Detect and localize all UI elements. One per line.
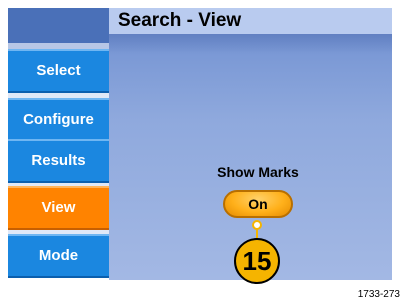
sidebar-item-mode[interactable]: Mode [8, 234, 109, 278]
window-title: Search - View [109, 8, 392, 34]
show-marks-label: Show Marks [217, 164, 299, 180]
callout-number-badge: 15 [234, 238, 280, 284]
sidebar-item-view[interactable]: View [8, 186, 109, 230]
main-panel-shade [109, 34, 392, 54]
figure-id: 1733-273 [357, 289, 400, 300]
sidebar-header-block [8, 8, 109, 43]
show-marks-toggle-button[interactable]: On [223, 190, 293, 218]
sidebar-item-configure[interactable]: Configure [8, 98, 109, 142]
callout-anchor-dot [252, 220, 262, 230]
screenshot-stage: Search - View Select Configure Results V… [0, 0, 400, 306]
sidebar-item-select[interactable]: Select [8, 49, 109, 93]
sidebar-item-results[interactable]: Results [8, 139, 109, 183]
